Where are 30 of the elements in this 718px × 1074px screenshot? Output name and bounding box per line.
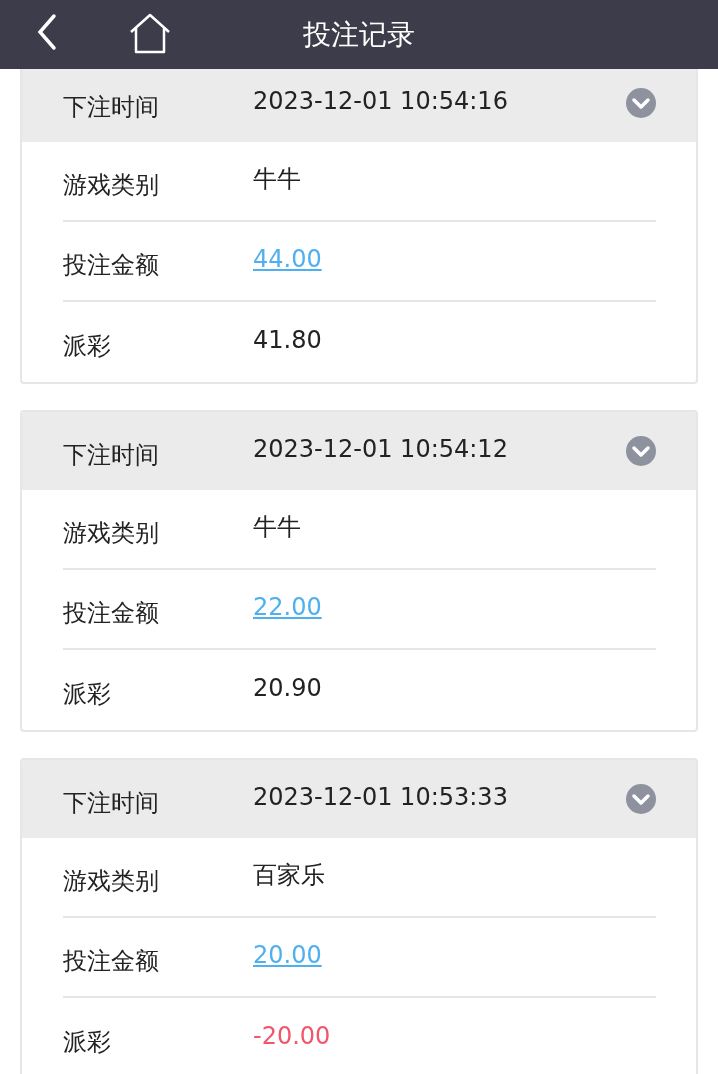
field-value: 牛牛 bbox=[253, 164, 301, 195]
field-label: 游戏类别 bbox=[63, 170, 160, 201]
record-header[interactable]: 下注时间 2023-12-01 10:53:33 bbox=[22, 760, 696, 838]
page-title: 投注记录 bbox=[303, 16, 415, 53]
field-label: 下注时间 bbox=[63, 440, 160, 471]
field-label: 派彩 bbox=[63, 1027, 112, 1058]
chevron-down-icon[interactable] bbox=[626, 88, 656, 118]
field-label: 游戏类别 bbox=[63, 518, 160, 549]
record-header[interactable]: 下注时间 2023-12-01 10:54:16 bbox=[22, 69, 696, 142]
field-value: -20.00 bbox=[253, 1021, 331, 1052]
field-label: 下注时间 bbox=[63, 788, 160, 819]
field-label: 下注时间 bbox=[63, 92, 160, 123]
bet-time: 2023-12-01 10:53:33 bbox=[253, 782, 509, 813]
field-label: 派彩 bbox=[63, 679, 112, 710]
field-value: 百家乐 bbox=[253, 860, 325, 891]
field-value: 41.80 bbox=[253, 325, 322, 356]
chevron-down-icon[interactable] bbox=[626, 784, 656, 814]
home-icon bbox=[128, 12, 172, 54]
home-button[interactable] bbox=[128, 12, 172, 54]
field-label: 游戏类别 bbox=[63, 866, 160, 897]
chevron-down-icon[interactable] bbox=[626, 436, 656, 466]
field-label: 派彩 bbox=[63, 331, 112, 362]
bet-time: 2023-12-01 10:54:12 bbox=[253, 434, 509, 465]
field-value: 20.90 bbox=[253, 673, 322, 704]
field-value: 牛牛 bbox=[253, 512, 301, 543]
field-label: 投注金额 bbox=[63, 250, 160, 281]
field-label: 投注金额 bbox=[63, 598, 160, 629]
field-label: 投注金额 bbox=[63, 946, 160, 977]
bet-time: 2023-12-01 10:54:16 bbox=[253, 86, 509, 117]
record-header[interactable]: 下注时间 2023-12-01 10:54:12 bbox=[22, 412, 696, 490]
